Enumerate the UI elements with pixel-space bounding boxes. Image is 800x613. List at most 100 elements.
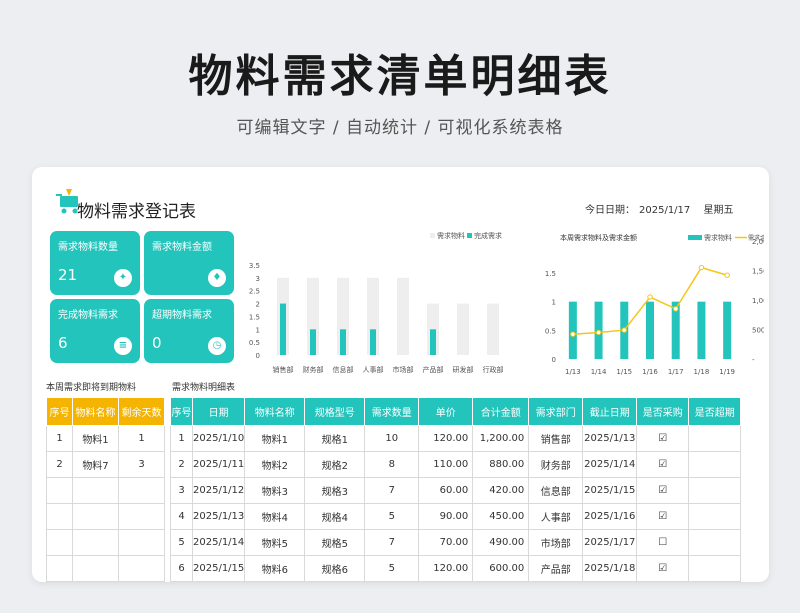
legend-label: 需求物料 bbox=[437, 231, 465, 240]
x-tick-label: 1/13 bbox=[565, 368, 581, 376]
clock-icon: ◷ bbox=[208, 337, 226, 355]
detail-header[interactable]: 日期 bbox=[191, 397, 246, 426]
detail-cell: 2025/1/15 bbox=[582, 477, 638, 504]
detail-cell: 规格5 bbox=[304, 529, 366, 556]
x-tick-label: 1/19 bbox=[719, 368, 735, 376]
y-tick-label: 1 bbox=[256, 326, 260, 334]
detail-cell: 物料3 bbox=[244, 477, 306, 504]
detail-cell: ☑ bbox=[636, 555, 690, 582]
legend-label: 需求物料 bbox=[704, 233, 732, 242]
table-row[interactable]: 5 2025/1/14 物料5 规格5 7 70.00 490.00 市场部 2025/1/17… bbox=[170, 529, 742, 556]
y-tick-label: 1.5 bbox=[249, 313, 260, 321]
x-tick-label: 1/18 bbox=[694, 368, 710, 376]
detail-cell bbox=[688, 529, 742, 556]
detail-header[interactable]: 需求部门 bbox=[528, 397, 584, 426]
detail-cell: 2025/1/15 bbox=[191, 555, 246, 582]
detail-header[interactable]: 物料名称 bbox=[244, 397, 306, 426]
detail-header[interactable]: 是否超期 bbox=[688, 397, 742, 426]
expiring-cell bbox=[118, 477, 165, 504]
legend-swatch bbox=[467, 233, 472, 238]
detail-cell: 物料1 bbox=[244, 425, 306, 452]
weekly-combo-chart: 本周需求物料及需求金额需求物料需求金额00.511.5-500.001,000.… bbox=[545, 233, 764, 376]
detail-header[interactable]: 需求数量 bbox=[364, 397, 420, 426]
detail-cell: 10 bbox=[364, 425, 420, 452]
x-tick-label: 1/17 bbox=[668, 368, 684, 376]
detail-header[interactable]: 是否采购 bbox=[636, 397, 690, 426]
detail-header[interactable]: 序号 bbox=[170, 397, 193, 426]
detail-header[interactable]: 截止日期 bbox=[582, 397, 638, 426]
detail-cell: 90.00 bbox=[418, 503, 474, 530]
expiring-cell bbox=[72, 555, 119, 582]
detail-cell: ☑ bbox=[636, 451, 690, 478]
legend-swatch bbox=[688, 235, 702, 240]
x-tick-label: 1/14 bbox=[591, 368, 607, 376]
chart-title: 本周需求物料及需求金额 bbox=[560, 233, 637, 242]
bar-demand bbox=[487, 303, 499, 355]
detail-header[interactable]: 单价 bbox=[418, 397, 474, 426]
table-row[interactable]: 6 2025/1/15 物料6 规格6 5 120.00 600.00 产品部 2025/1/1… bbox=[170, 555, 742, 582]
detail-cell: 7 bbox=[364, 529, 420, 556]
bar-demand bbox=[397, 277, 409, 355]
expiring-cell: 3 bbox=[118, 451, 165, 478]
y-left-tick-label: 0.5 bbox=[545, 327, 556, 335]
x-tick-label: 1/15 bbox=[616, 368, 632, 376]
detail-cell: 2025/1/14 bbox=[191, 529, 246, 556]
expiring-cell: 2 bbox=[46, 451, 73, 478]
detail-cell: 2025/1/12 bbox=[191, 477, 246, 504]
page-subtitle: 可编辑文字 / 自动统计 / 可视化系统表格 bbox=[236, 118, 564, 138]
expiring-header[interactable]: 序号 bbox=[46, 397, 73, 426]
detail-cell: 600.00 bbox=[472, 555, 530, 582]
expiring-cell bbox=[46, 529, 73, 556]
detail-cell: 销售部 bbox=[528, 425, 584, 452]
table-row[interactable]: 4 2025/1/13 物料4 规格4 5 90.00 450.00 人事部 2025/1/16… bbox=[170, 503, 742, 530]
y-right-tick-label: 2,000.00 bbox=[752, 238, 764, 246]
amount-point bbox=[647, 294, 653, 300]
bar-demand bbox=[568, 301, 577, 359]
bar-demand bbox=[646, 301, 654, 359]
table-row[interactable] bbox=[46, 477, 165, 504]
detail-cell: 规格2 bbox=[304, 451, 366, 478]
table-row[interactable]: 3 2025/1/12 物料3 规格3 7 60.00 420.00 信息部 2025/1/15… bbox=[170, 477, 742, 504]
table-row[interactable]: 2 2025/1/11 物料2 规格2 8 110.00 880.00 财务部 2025/1/1… bbox=[170, 451, 742, 478]
detail-cell: 2025/1/10 bbox=[191, 425, 246, 452]
detail-cell: ☑ bbox=[636, 503, 690, 530]
y-right-tick-label: 1,500.00 bbox=[752, 268, 764, 276]
table-row[interactable]: 1 2025/1/10 物料1 规格1 10 120.00 1,200.00 销售部 2025/… bbox=[170, 425, 742, 452]
detail-cell: 物料6 bbox=[244, 555, 306, 582]
detail-cell: 110.00 bbox=[418, 451, 474, 478]
table-row[interactable] bbox=[46, 529, 165, 556]
detail-cell bbox=[688, 425, 742, 452]
amount-point bbox=[724, 272, 730, 278]
lightbulb-icon: ✦ bbox=[114, 269, 132, 287]
table-row[interactable]: 1 物料1 1 bbox=[46, 425, 165, 452]
table-row[interactable] bbox=[46, 503, 165, 530]
table-row[interactable] bbox=[46, 555, 165, 582]
detail-cell: 5 bbox=[170, 529, 193, 556]
detail-cell: 60.00 bbox=[418, 477, 474, 504]
x-tick-label: 行政部 bbox=[483, 365, 504, 374]
table-row[interactable]: 2 物料7 3 bbox=[46, 451, 165, 478]
expiring-header[interactable]: 剩余天数 bbox=[118, 397, 165, 426]
detail-cell: 450.00 bbox=[472, 503, 530, 530]
detail-cell: 规格6 bbox=[304, 555, 366, 582]
flask-icon: ♦ bbox=[208, 269, 226, 287]
expiring-header[interactable]: 物料名称 bbox=[72, 397, 119, 426]
amount-point bbox=[673, 306, 679, 312]
expiring-cell: 1 bbox=[46, 425, 73, 452]
y-tick-label: 3.5 bbox=[249, 262, 260, 270]
amount-point bbox=[570, 331, 576, 337]
y-right-tick-label: 500.00 bbox=[752, 327, 764, 335]
x-tick-label: 1/16 bbox=[642, 368, 658, 376]
detail-header[interactable]: 规格型号 bbox=[304, 397, 366, 426]
detail-cell: 规格3 bbox=[304, 477, 366, 504]
amount-point bbox=[698, 264, 705, 271]
x-tick-label: 研发部 bbox=[453, 365, 474, 374]
detail-cell: 物料2 bbox=[244, 451, 306, 478]
detail-cell: 2025/1/18 bbox=[582, 555, 638, 582]
kpi-value: 0 bbox=[152, 334, 162, 352]
detail-cell: 2025/1/13 bbox=[191, 503, 246, 530]
y-tick-label: 2.5 bbox=[249, 288, 260, 296]
detail-cell: 5 bbox=[364, 555, 420, 582]
detail-header[interactable]: 合计金额 bbox=[472, 397, 530, 426]
expiring-cell bbox=[72, 477, 119, 504]
